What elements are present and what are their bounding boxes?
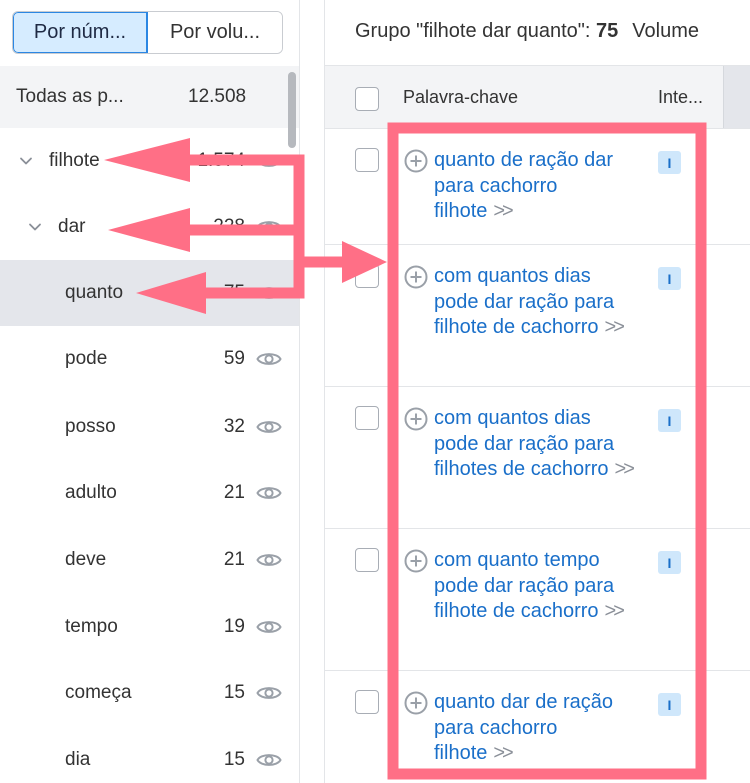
tree-item-quanto[interactable]: quanto 75	[0, 260, 299, 326]
table-row: quanto de ração dar para cachorro filhot…	[325, 129, 750, 245]
intent-badge: I	[658, 267, 681, 290]
plus-circle-icon[interactable]	[404, 265, 428, 289]
tree-item-tempo[interactable]: tempo 19	[0, 594, 299, 660]
tree-item-label: tempo	[65, 616, 118, 637]
all-groups-count: 12.508	[188, 86, 247, 107]
double-chevron-right-icon[interactable]: >>	[605, 316, 625, 338]
tree-item-label: deve	[65, 549, 107, 570]
tree-item-label: posso	[65, 416, 116, 437]
keyword-text: com quantos dias pode dar ração para fil…	[434, 407, 615, 481]
intent-badge: I	[658, 151, 681, 174]
keyword-link[interactable]: com quanto tempo pode dar ração para fil…	[434, 548, 634, 625]
row-checkbox[interactable]	[355, 264, 379, 288]
tree-item-label: adulto	[65, 482, 117, 503]
table-row: com quanto tempo pode dar ração para fil…	[325, 529, 750, 671]
keyword-link[interactable]: quanto de ração dar para cachorro filhot…	[434, 148, 634, 225]
column-header-next	[723, 66, 750, 128]
tree-item-pode[interactable]: pode 59	[0, 326, 299, 392]
keyword-text: com quanto tempo pode dar ração para fil…	[434, 549, 615, 623]
table-row: com quantos dias pode dar ração para fil…	[325, 245, 750, 387]
eye-icon[interactable]	[256, 483, 282, 503]
tree-item-dar[interactable]: dar 228	[0, 194, 299, 260]
group-title-prefix: Grupo "filhote dar quanto":	[355, 20, 597, 42]
tree-item-count: 21	[223, 482, 245, 503]
tree-item-count: 228	[213, 216, 245, 237]
keyword-link[interactable]: quanto dar de ração para cachorro filhot…	[434, 690, 634, 767]
tree-item-deve[interactable]: deve 21	[0, 527, 299, 593]
tree-item-label: filhote	[49, 150, 100, 171]
keyword-text: com quantos dias pode dar ração para fil…	[434, 265, 615, 339]
sort-by-volume-button[interactable]: Por volu...	[148, 12, 282, 53]
tree-item-count: 15	[223, 749, 245, 770]
volume-label: Volume	[632, 20, 699, 42]
keyword-link[interactable]: com quantos dias pode dar ração para fil…	[434, 406, 635, 483]
eye-icon[interactable]	[256, 683, 282, 703]
group-keyword-count: 75	[596, 20, 619, 42]
double-chevron-right-icon[interactable]: >>	[493, 200, 513, 222]
tree-item-count: 21	[223, 549, 245, 570]
all-groups-row[interactable]: Todas as p... 12.508	[0, 66, 299, 128]
double-chevron-right-icon[interactable]: >>	[493, 742, 513, 764]
eye-icon[interactable]	[256, 550, 282, 570]
tree-item-posso[interactable]: posso 32	[0, 394, 299, 460]
keyword-table-panel: Grupo "filhote dar quanto": 75 Volume Pal…	[324, 0, 750, 783]
row-checkbox[interactable]	[355, 690, 379, 714]
table-header: Palavra-chave Inte...	[325, 65, 750, 129]
eye-icon[interactable]	[256, 217, 282, 237]
keyword-groups-panel: Por núm... Por volu... Todas as p... 12.…	[0, 0, 300, 783]
group-title: Grupo "filhote dar quanto": 75 Volume	[355, 20, 699, 43]
plus-circle-icon[interactable]	[404, 407, 428, 431]
tree-item-count: 15	[223, 682, 245, 703]
row-checkbox[interactable]	[355, 148, 379, 172]
eye-icon[interactable]	[256, 349, 282, 369]
select-all-checkbox[interactable]	[355, 87, 379, 111]
eye-icon[interactable]	[256, 151, 282, 171]
tree-item-filhote[interactable]: filhote 1.574	[0, 128, 299, 194]
all-groups-label: Todas as p...	[16, 86, 124, 107]
sort-toggle: Por núm... Por volu...	[12, 11, 283, 54]
table-row: quanto dar de ração para cachorro filhot…	[325, 671, 750, 783]
tree-item-count: 75	[223, 282, 245, 303]
intent-badge: I	[658, 551, 681, 574]
eye-icon[interactable]	[256, 283, 282, 303]
plus-circle-icon[interactable]	[404, 549, 428, 573]
eye-icon[interactable]	[256, 617, 282, 637]
double-chevron-right-icon[interactable]: >>	[615, 458, 635, 480]
tree-item-dia[interactable]: dia 15	[0, 727, 299, 783]
keyword-text: quanto de ração dar para cachorro filhot…	[434, 149, 614, 223]
eye-icon[interactable]	[256, 750, 282, 770]
column-header-intent[interactable]: Inte...	[658, 87, 703, 108]
chevron-down-icon[interactable]	[26, 218, 44, 236]
tree-item-label: quanto	[65, 282, 124, 303]
intent-badge: I	[658, 409, 681, 432]
column-header-keyword[interactable]: Palavra-chave	[403, 87, 518, 108]
tree-item-label: pode	[65, 348, 108, 369]
tree-item-label: começa	[65, 682, 132, 703]
plus-circle-icon[interactable]	[404, 149, 428, 173]
double-chevron-right-icon[interactable]: >>	[605, 600, 625, 622]
tree-item-comeca[interactable]: começa 15	[0, 660, 299, 726]
tree-item-adulto[interactable]: adulto 21	[0, 460, 299, 526]
tree-item-count: 1.574	[197, 150, 245, 171]
row-checkbox[interactable]	[355, 548, 379, 572]
keyword-text: quanto dar de ração para cachorro filhot…	[434, 691, 614, 765]
tree-item-label: dia	[65, 749, 91, 770]
row-checkbox[interactable]	[355, 406, 379, 430]
chevron-down-icon[interactable]	[17, 152, 35, 170]
tree-item-count: 19	[223, 616, 245, 637]
tree-item-count: 32	[223, 416, 245, 437]
plus-circle-icon[interactable]	[404, 691, 428, 715]
tree-item-label: dar	[58, 216, 86, 237]
tree-item-count: 59	[223, 348, 245, 369]
table-row: com quantos dias pode dar ração para fil…	[325, 387, 750, 529]
sort-by-number-button[interactable]: Por núm...	[13, 12, 148, 53]
intent-badge: I	[658, 693, 681, 716]
keyword-link[interactable]: com quantos dias pode dar ração para fil…	[434, 264, 634, 341]
eye-icon[interactable]	[256, 417, 282, 437]
